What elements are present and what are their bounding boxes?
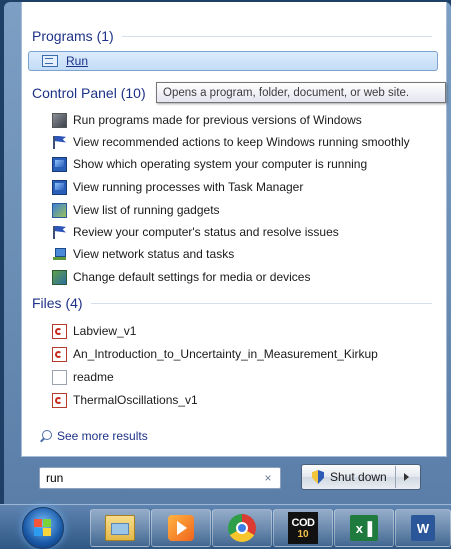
search-icon bbox=[40, 430, 52, 442]
taskbar-chrome[interactable] bbox=[212, 509, 272, 547]
autoplay-icon bbox=[52, 269, 67, 285]
list-item-label: ThermalOscillations_v1 bbox=[73, 393, 198, 407]
list-item-label: View recommended actions to keep Windows… bbox=[73, 135, 410, 149]
file-item-thermal-oscillations[interactable]: ThermalOscillations_v1 bbox=[52, 390, 198, 410]
search-results-panel: Programs (1) Run Control Panel (10) Run … bbox=[21, 2, 447, 457]
cod-line2: 10 bbox=[297, 528, 309, 540]
divider bbox=[121, 35, 432, 37]
windows-logo-icon bbox=[34, 519, 52, 537]
shutdown-label: Shut down bbox=[330, 470, 387, 484]
list-item-label: Labview_v1 bbox=[73, 324, 137, 338]
taskbar: COD 10 x▐ W bbox=[0, 504, 451, 549]
list-item-label: Change default settings for media or dev… bbox=[73, 270, 311, 284]
file-item-labview[interactable]: Labview_v1 bbox=[52, 321, 136, 341]
control-panel-item-compatibility[interactable]: Run programs made for previous versions … bbox=[52, 110, 362, 130]
list-item-label: An_Introduction_to_Uncertainty_in_Measur… bbox=[73, 347, 378, 361]
control-panel-item-recommended-actions[interactable]: View recommended actions to keep Windows… bbox=[52, 132, 410, 152]
list-item-label: View list of running gadgets bbox=[73, 203, 220, 217]
divider bbox=[394, 466, 396, 488]
control-panel-item-gadgets[interactable]: View list of running gadgets bbox=[52, 200, 220, 220]
action-center-flag-icon bbox=[52, 135, 67, 150]
excel-icon: x▐ bbox=[350, 515, 378, 541]
pdf-icon bbox=[52, 346, 67, 362]
program-item-run[interactable]: Run bbox=[28, 51, 438, 71]
list-item-label: readme bbox=[73, 370, 114, 384]
divider bbox=[90, 302, 432, 304]
action-center-flag-icon bbox=[52, 225, 67, 240]
search-box[interactable]: × bbox=[39, 467, 281, 489]
tooltip: Opens a program, folder, document, or we… bbox=[156, 82, 446, 103]
taskbar-word[interactable]: W bbox=[395, 509, 451, 547]
cod-line1: COD bbox=[291, 516, 315, 529]
program-item-label: Run bbox=[66, 54, 89, 68]
text-document-icon bbox=[52, 369, 67, 385]
control-panel-item-network-status[interactable]: View network status and tasks bbox=[52, 244, 234, 264]
taskbar-explorer[interactable] bbox=[90, 509, 150, 547]
search-input[interactable] bbox=[46, 471, 262, 485]
control-panel-item-task-manager[interactable]: View running processes with Task Manager bbox=[52, 177, 303, 197]
media-player-icon bbox=[168, 515, 194, 541]
game-icon: COD 10 bbox=[288, 512, 318, 544]
shutdown-button[interactable]: Shut down bbox=[301, 464, 421, 490]
task-manager-icon bbox=[52, 179, 67, 195]
clear-search-icon[interactable]: × bbox=[262, 471, 274, 485]
files-header[interactable]: Files (4) bbox=[32, 295, 432, 311]
list-item-label: Review your computer's status and resolv… bbox=[73, 225, 339, 239]
file-explorer-icon bbox=[105, 515, 135, 541]
see-more-label: See more results bbox=[57, 429, 148, 443]
taskbar-excel[interactable]: x▐ bbox=[334, 509, 394, 547]
file-item-uncertainty[interactable]: An_Introduction_to_Uncertainty_in_Measur… bbox=[52, 344, 378, 364]
see-more-results-link[interactable]: See more results bbox=[40, 426, 148, 446]
control-panel-item-autoplay[interactable]: Change default settings for media or dev… bbox=[52, 267, 310, 287]
list-item-label: Show which operating system your compute… bbox=[73, 157, 368, 171]
chrome-icon bbox=[228, 514, 256, 542]
program-compatibility-icon bbox=[52, 112, 67, 128]
taskbar-cod[interactable]: COD 10 bbox=[273, 509, 333, 547]
pdf-icon bbox=[52, 392, 67, 408]
taskbar-media-player[interactable] bbox=[151, 509, 211, 547]
programs-header-label: Programs (1) bbox=[32, 28, 114, 44]
programs-header[interactable]: Programs (1) bbox=[32, 28, 432, 44]
uac-shield-icon bbox=[312, 470, 324, 484]
file-item-readme[interactable]: readme bbox=[52, 367, 114, 387]
gadgets-icon bbox=[52, 202, 67, 218]
start-button[interactable] bbox=[22, 507, 64, 549]
start-menu: Programs (1) Run Control Panel (10) Run … bbox=[4, 2, 451, 504]
shutdown-options-arrow-icon[interactable] bbox=[403, 473, 409, 481]
pdf-icon bbox=[52, 323, 67, 339]
files-header-label: Files (4) bbox=[32, 295, 83, 311]
system-monitor-icon bbox=[52, 156, 67, 172]
control-panel-item-computer-status[interactable]: Review your computer's status and resolv… bbox=[52, 222, 339, 242]
control-panel-header-label: Control Panel (10) bbox=[32, 85, 146, 101]
run-icon bbox=[42, 55, 58, 67]
list-item-label: View running processes with Task Manager bbox=[73, 180, 304, 194]
list-item-label: Run programs made for previous versions … bbox=[73, 113, 362, 127]
control-panel-item-os-info[interactable]: Show which operating system your compute… bbox=[52, 154, 367, 174]
word-icon: W bbox=[411, 515, 435, 541]
network-icon bbox=[52, 247, 67, 262]
list-item-label: View network status and tasks bbox=[73, 247, 235, 261]
